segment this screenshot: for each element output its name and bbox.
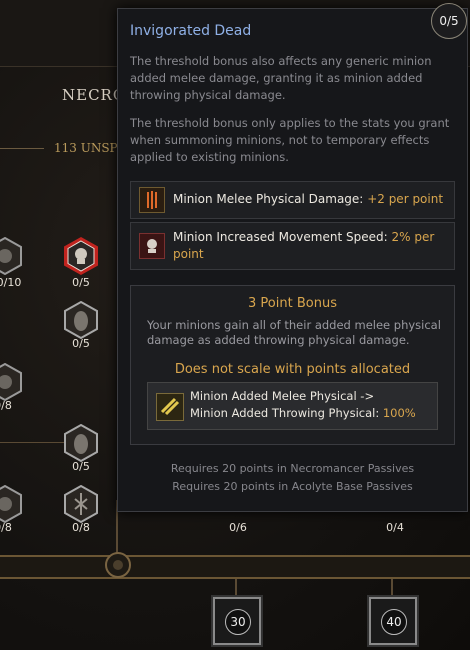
- passive-node[interactable]: [64, 424, 98, 462]
- stat-row: Minion Increased Movement Speed: 2% per …: [130, 222, 455, 270]
- milestone-number: 30: [225, 609, 251, 635]
- node-count: 0/4: [386, 521, 404, 534]
- node-count: 0/8: [0, 521, 12, 534]
- milestone-40[interactable]: 40: [369, 597, 417, 645]
- passive-node[interactable]: [64, 301, 98, 339]
- tooltip-description: The threshold bonus also affects any gen…: [130, 54, 432, 102]
- minion-speed-icon: [139, 233, 165, 259]
- stat-label: Minion Melee Physical Damage:: [173, 192, 364, 206]
- node-count: 0/5: [72, 337, 90, 350]
- hex-node-icon: [0, 363, 22, 401]
- throwing-icon: [156, 393, 184, 421]
- milestone-30[interactable]: 30: [213, 597, 261, 645]
- requirement-text: Requires 20 points in Necromancer Passiv…: [170, 462, 415, 475]
- passive-tooltip: Invigorated Dead 0/5 The threshold bonus…: [117, 3, 468, 512]
- skull-node-icon: [64, 237, 98, 275]
- passive-node[interactable]: [0, 237, 22, 275]
- tree-base-band: [0, 555, 470, 579]
- bonus-title: 3 Point Bonus: [248, 296, 337, 311]
- node-count: 0/6: [229, 521, 247, 534]
- hex-node-icon: [0, 237, 22, 275]
- hex-node-icon: [0, 485, 22, 523]
- tooltip-description: The threshold bonus only applies to the …: [130, 116, 450, 164]
- hooded-figure-node-icon: [64, 424, 98, 462]
- thorn-node-icon: [64, 485, 98, 523]
- tooltip-title: Invigorated Dead: [130, 23, 252, 39]
- bonus-stat-row: Minion Added Melee Physical -> Minion Ad…: [147, 382, 438, 430]
- milestone-number: 40: [381, 609, 407, 635]
- passive-node[interactable]: [64, 485, 98, 523]
- minion-melee-icon: [139, 187, 165, 213]
- requirement-text: Requires 20 points in Acolyte Base Passi…: [172, 480, 413, 493]
- node-count: 0/10: [0, 276, 22, 289]
- passive-node[interactable]: [0, 485, 22, 523]
- node-count: 0/5: [72, 460, 90, 473]
- stat-value: +2 per point: [367, 192, 444, 206]
- node-count: 0/8: [0, 399, 12, 412]
- node-count: 0/5: [72, 276, 90, 289]
- bonus-description: Your minions gain all of their added mel…: [147, 318, 441, 347]
- hooded-figure-node-icon: [64, 301, 98, 339]
- divider: [0, 148, 44, 149]
- stat-label: Minion Increased Movement Speed:: [173, 230, 388, 244]
- passive-node-invigorated-dead[interactable]: [64, 237, 98, 275]
- bonus-stat-line1: Minion Added Melee Physical ->: [190, 389, 375, 403]
- bonus-note: Does not scale with points allocated: [174, 362, 411, 377]
- passive-node[interactable]: [0, 363, 22, 401]
- bonus-stat-value: 100%: [382, 406, 416, 420]
- threshold-bonus-panel: 3 Point Bonus Your minions gain all of t…: [130, 285, 455, 445]
- node-count: 0/8: [72, 521, 90, 534]
- connector-line: [0, 442, 70, 443]
- stat-row: Minion Melee Physical Damage: +2 per poi…: [130, 181, 455, 219]
- ornament-icon: [105, 552, 131, 578]
- bonus-stat-line2: Minion Added Throwing Physical:: [190, 406, 380, 420]
- points-badge: 0/5: [431, 3, 467, 39]
